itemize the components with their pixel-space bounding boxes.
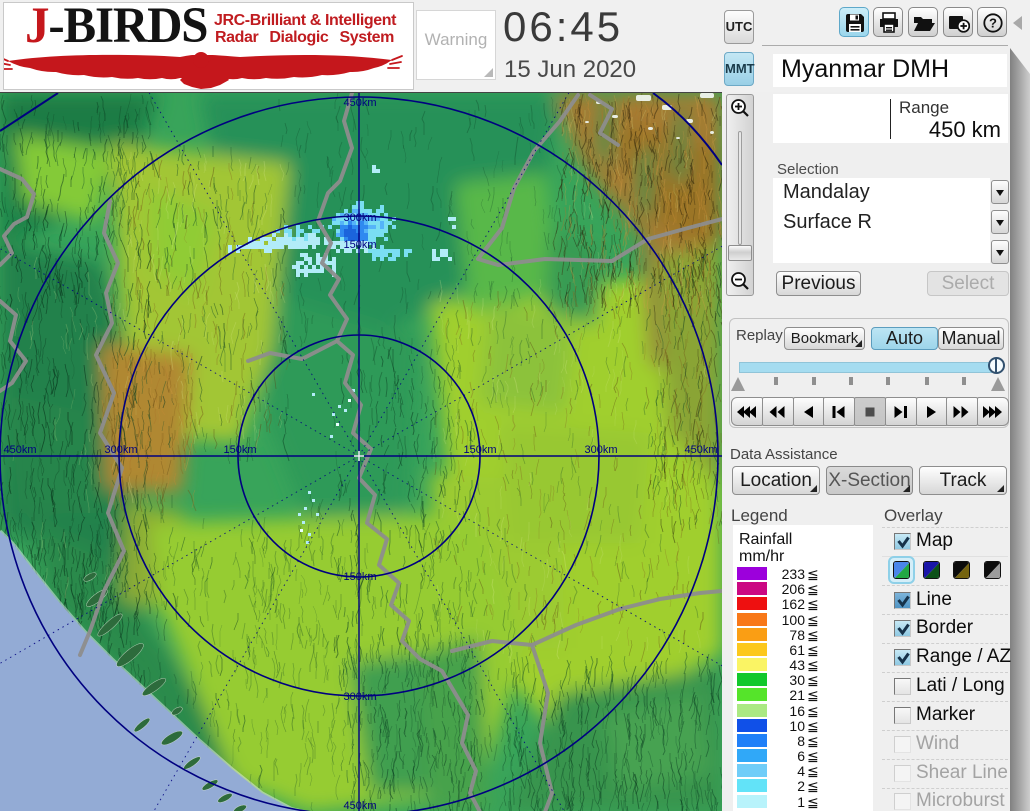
- svg-text:450km: 450km: [3, 444, 36, 456]
- svg-text:450km: 450km: [684, 444, 717, 456]
- svg-text:150km: 150km: [223, 444, 256, 456]
- svg-text:300km: 300km: [104, 444, 137, 456]
- svg-text:300km: 300km: [343, 691, 376, 703]
- svg-text:300km: 300km: [584, 444, 617, 456]
- svg-text:150km: 150km: [463, 444, 496, 456]
- svg-text:450km: 450km: [343, 97, 376, 109]
- svg-text:450km: 450km: [343, 800, 376, 811]
- svg-text:150km: 150km: [343, 571, 376, 583]
- svg-text:300km: 300km: [343, 212, 376, 224]
- svg-text:?: ?: [989, 16, 997, 31]
- svg-text:150km: 150km: [343, 239, 376, 251]
